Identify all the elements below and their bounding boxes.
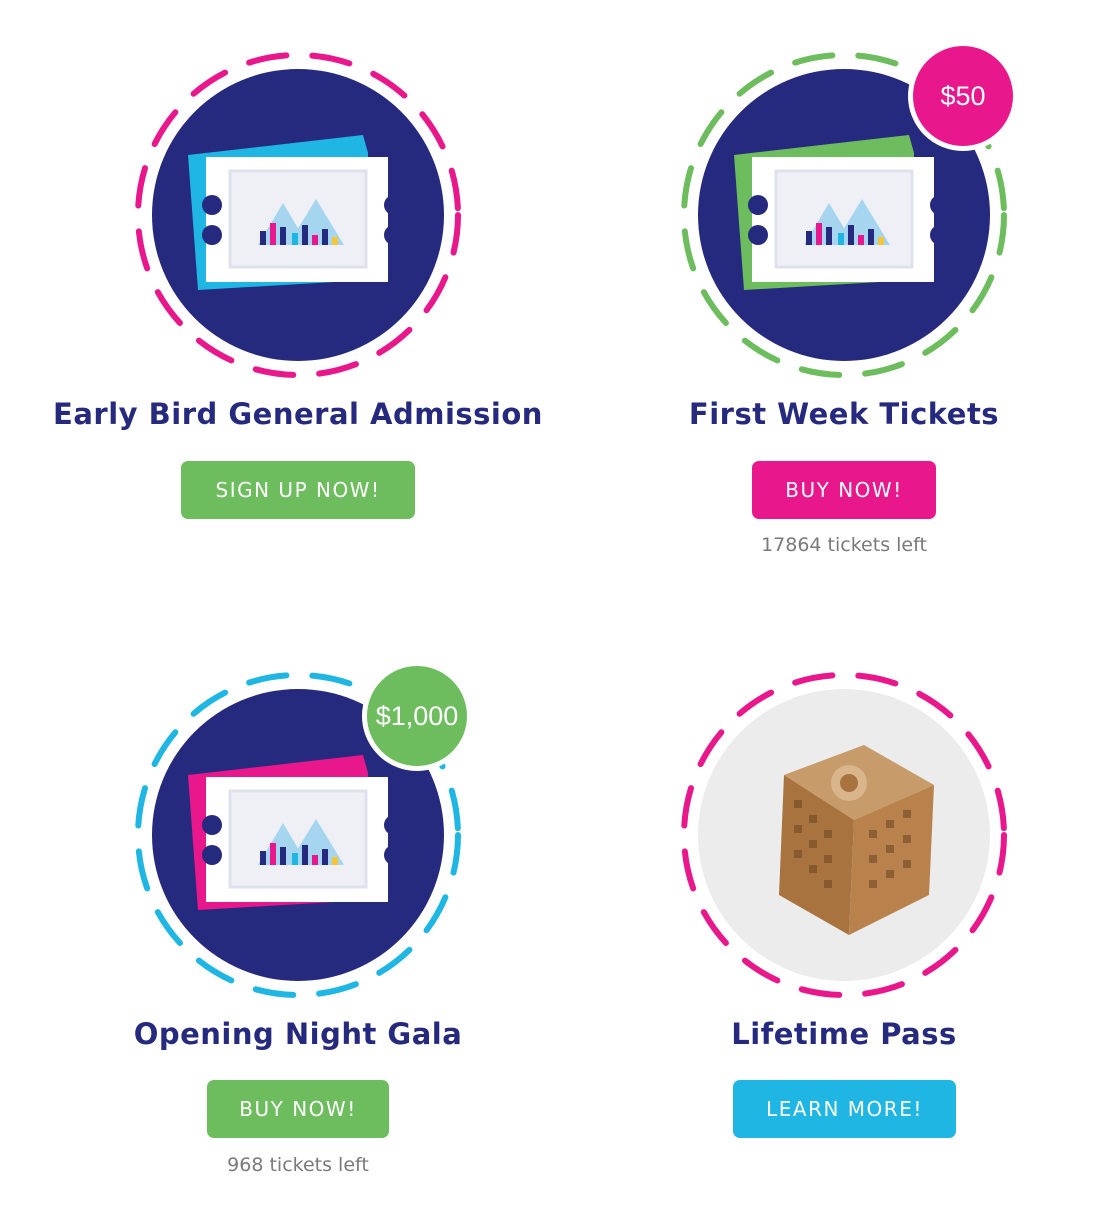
tickets-left-count: 968 tickets left	[227, 1154, 369, 1176]
learn-more-button[interactable]: LEARN MORE!	[733, 1080, 956, 1138]
ticket-title: Opening Night Gala	[133, 1017, 463, 1051]
tickets-left-count: 17864 tickets left	[761, 534, 927, 556]
ticket-card-lifetime-pass: Lifetime Pass LEARN MORE!	[564, 620, 1116, 1220]
ticket-card-opening-night: $1,000 Opening Night Gala BUY NOW! 968 t…	[18, 620, 578, 1220]
ticket-card-early-bird: Early Bird General Admission SIGN UP NOW…	[18, 0, 578, 600]
wooden-box-photo-icon	[681, 672, 1007, 998]
sign-up-button[interactable]: SIGN UP NOW!	[181, 461, 415, 519]
price-badge: $1,000	[362, 661, 472, 771]
ticket-art-early-bird	[128, 45, 468, 385]
ticket-title: Lifetime Pass	[731, 1017, 957, 1051]
buy-now-button[interactable]: BUY NOW!	[752, 461, 936, 519]
ticket-card-first-week: $50 First Week Tickets BUY NOW! 17864 ti…	[564, 0, 1116, 600]
ticket-art-opening-night: $1,000	[128, 661, 472, 1005]
ticket-title: Early Bird General Admission	[53, 397, 543, 431]
price-badge: $50	[908, 41, 1018, 151]
ticket-title: First Week Tickets	[688, 397, 1000, 431]
ticket-illustration-icon	[135, 52, 461, 378]
buy-now-button[interactable]: BUY NOW!	[207, 1080, 389, 1138]
ticket-art-first-week: $50	[674, 41, 1018, 385]
lifetime-pass-art	[674, 665, 1014, 1005]
